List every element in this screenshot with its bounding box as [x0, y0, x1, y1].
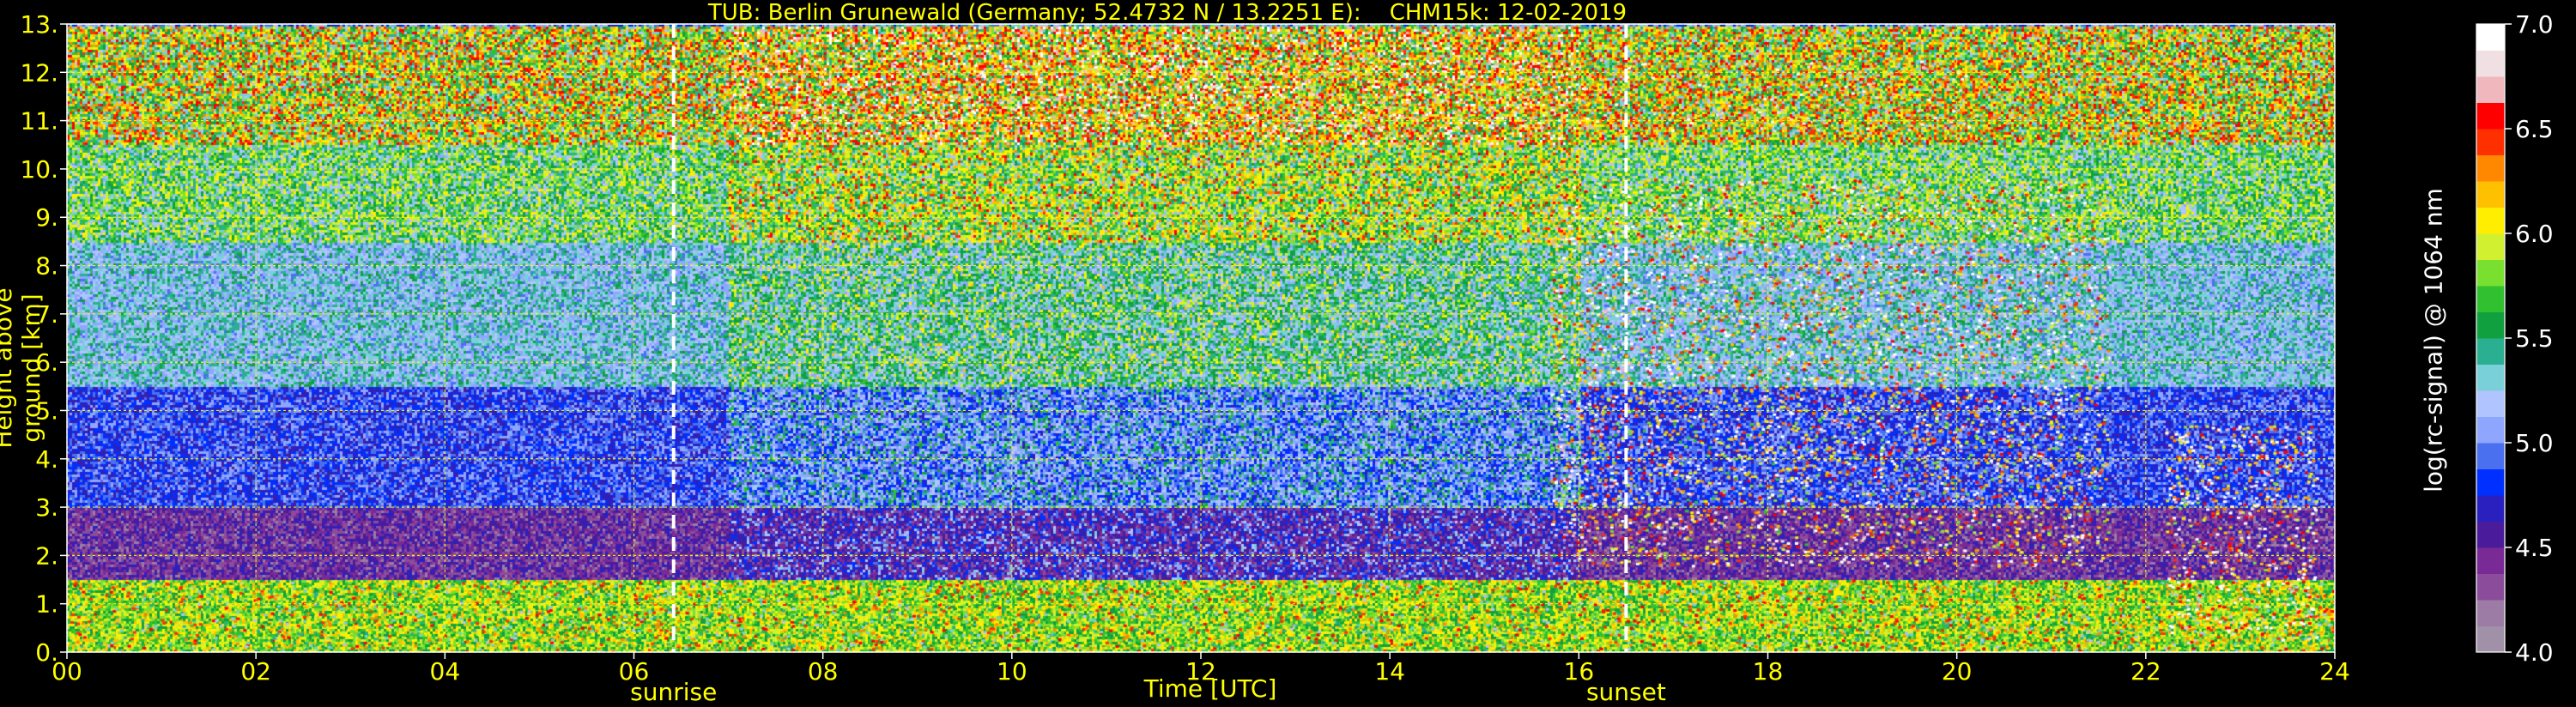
colorbar-swatch	[2476, 468, 2505, 496]
x-tick-label: 18	[1753, 657, 1784, 686]
colorbar-swatch	[2476, 129, 2505, 155]
y-tick-label: 8.	[35, 252, 58, 281]
colorbar-swatch	[2476, 495, 2505, 522]
colorbar-swatch	[2476, 338, 2505, 365]
x-tick-label: 02	[240, 657, 271, 686]
colorbar-tick-label: 6.0	[2515, 220, 2554, 248]
colorbar-swatch	[2476, 207, 2505, 234]
colorbar-swatch	[2476, 76, 2505, 103]
colorbar-swatch	[2476, 547, 2505, 574]
y-tick-label: 5.	[35, 396, 58, 425]
x-tick-label: 22	[2131, 657, 2161, 686]
colorbar-tick-label: 7.0	[2515, 10, 2554, 39]
x-tick-label: 08	[808, 657, 839, 686]
colorbar-tick-label: 5.0	[2515, 429, 2554, 457]
colorbar-swatch	[2476, 416, 2505, 444]
colorbar: 4.0 4.5 5.0 5.5 6.0 6.5 7.0	[2476, 10, 2554, 667]
colorbar-tick-label: 4.0	[2515, 638, 2554, 667]
chart-svg: 00 02 04 06 08 10 12 14 16 18 20 22 240.1.2.3.4.5.6.…	[20, 10, 2554, 706]
colorbar-swatch	[2476, 259, 2505, 287]
y-tick-label: 7.	[35, 300, 58, 329]
colorbar-swatch	[2476, 364, 2505, 391]
colorbar-swatch	[2476, 181, 2505, 208]
y-tick-label: 6.	[35, 348, 58, 377]
colorbar-tick-label: 4.5	[2515, 534, 2554, 562]
colorbar-swatch	[2476, 233, 2505, 260]
colorbar-swatch	[2476, 443, 2505, 469]
colorbar-swatch	[2476, 286, 2505, 312]
y-tick-label: 9.	[35, 203, 58, 232]
colorbar-swatch	[2476, 24, 2505, 51]
colorbar-tick-label: 6.5	[2515, 115, 2554, 143]
colorbar-swatch	[2476, 311, 2505, 339]
y-tick-label: 10.	[20, 155, 58, 184]
colorbar-swatch	[2476, 390, 2505, 417]
colorbar-swatch	[2476, 521, 2505, 548]
sunrise-label: sunrise	[630, 678, 717, 706]
y-tick-label: 1.	[35, 590, 58, 619]
x-tick-label: 04	[430, 657, 461, 686]
y-tick-label: 2.	[35, 541, 58, 570]
sunset-label: sunset	[1586, 678, 1666, 706]
y-tick-label: 0.	[35, 638, 58, 667]
colorbar-swatch	[2476, 600, 2505, 626]
y-tick-label: 11.	[20, 107, 58, 136]
colorbar-swatch	[2476, 154, 2505, 182]
colorbar-swatch	[2476, 102, 2505, 130]
x-tick-label: 10	[997, 657, 1027, 686]
ceilometer-figure: TUB: Berlin Grunewald (Germany; 52.4732 …	[0, 0, 2576, 707]
colorbar-swatch	[2476, 50, 2505, 77]
x-tick-label: 14	[1374, 657, 1405, 686]
colorbar-swatch	[2476, 625, 2505, 653]
y-tick-label: 13.	[20, 10, 58, 39]
colorbar-tick-label: 5.5	[2515, 324, 2554, 353]
x-tick-label: 12	[1185, 657, 1216, 686]
colorbar-swatch	[2476, 573, 2505, 601]
y-tick-label: 12.	[20, 58, 58, 87]
y-tick-label: 4.	[35, 445, 58, 474]
x-tick-label: 24	[2319, 657, 2350, 686]
y-tick-label: 3.	[35, 493, 58, 522]
x-tick-label: 20	[1942, 657, 1973, 686]
